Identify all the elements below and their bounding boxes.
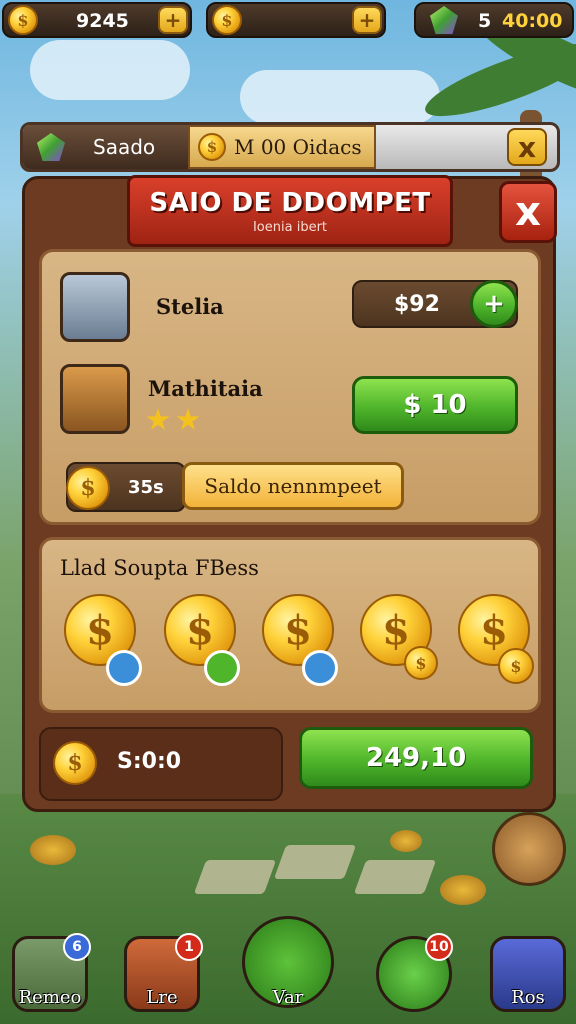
gem-timer: 5 40:00 <box>414 2 574 38</box>
path-tile <box>353 860 437 894</box>
coin-icon: $ <box>53 741 97 785</box>
nav-lre-label: Lre <box>146 987 178 1008</box>
action-round-button[interactable] <box>492 812 566 886</box>
item-1-price-value: $92 <box>394 291 440 317</box>
coins-amount-value: 35s <box>128 476 164 498</box>
ground-coin <box>390 830 422 852</box>
item-1-add-button[interactable]: + <box>470 280 518 328</box>
nav-ros-label: Ros <box>511 987 545 1008</box>
small-coin-icon: $ <box>498 648 534 684</box>
gems-count: 5 <box>478 10 492 32</box>
chest-icon <box>60 272 130 342</box>
panel-title: SAIO DE DDOMPET <box>149 188 431 218</box>
tab-oidacs[interactable]: $ M 00 Oidacs <box>188 125 376 169</box>
star-icon <box>176 408 200 430</box>
sub-tab-bar: Saado $ M 00 Oidacs x <box>20 122 560 172</box>
gem-icon <box>430 6 458 34</box>
item-2-buy-button[interactable]: $ 10 <box>352 376 518 434</box>
items-section: Stelia $92 + Mathitaia $ 10 $ 35s Saldo … <box>39 249 541 525</box>
bundle-title: Llad Soupta FBess <box>60 556 259 580</box>
shop-panel: SAIO DE DDOMPET Ioenia ibert x Stelia $9… <box>22 175 557 812</box>
balance-value: S:0:0 <box>117 749 182 774</box>
item-2-label: Mathitaia <box>148 376 263 401</box>
panel-close-button[interactable]: x <box>499 181 557 243</box>
nav-badge: 6 <box>63 933 91 961</box>
star-icon <box>146 408 170 430</box>
timer-value: 40:00 <box>502 10 563 32</box>
coins-counter: $ 9245 + <box>2 2 192 38</box>
coin-icon: $ <box>198 133 226 161</box>
bundle-section: Llad Soupta FBess $ $ $ $ $ $ $ <box>39 537 541 713</box>
coin-icon: $ <box>212 5 242 35</box>
coin-icon: $ <box>8 5 38 35</box>
nav-remeo-label: Remeo <box>18 987 82 1008</box>
path-tile <box>193 860 277 894</box>
balance-box: $ S:0:0 <box>39 727 283 801</box>
nav-var-label: Var <box>272 987 304 1008</box>
purchase-button[interactable]: 249,10 <box>299 727 533 789</box>
ground-coin <box>440 875 486 905</box>
tab-oidacs-label: M 00 Oidacs <box>234 135 362 159</box>
ground-coin <box>30 835 76 865</box>
tab-saado-label: Saado <box>93 135 156 159</box>
cloud <box>30 40 190 100</box>
nav-badge: 10 <box>425 933 453 961</box>
add-coins-button-2[interactable]: + <box>352 6 382 34</box>
panel-subtitle: Ioenia ibert <box>252 220 328 235</box>
saldo-button[interactable]: Saldo nennmpeet <box>182 462 404 510</box>
tab-saado[interactable]: Saado <box>23 125 188 169</box>
coin-icon: $ <box>66 466 110 510</box>
cloud <box>240 70 440 124</box>
small-coin-icon: $ <box>404 646 438 680</box>
crate-icon <box>60 364 130 434</box>
coins-value: 9245 <box>76 10 129 32</box>
item-1-price: $92 + <box>352 280 518 328</box>
nav-badge: 1 <box>175 933 203 961</box>
path-tile <box>273 845 357 879</box>
badge-icon <box>106 650 142 686</box>
gem-icon <box>37 133 65 161</box>
bottom-nav: 6 Remeo 1 Lre Var 10 Ros <box>0 916 576 1024</box>
coins-amount: $ 35s <box>66 462 186 512</box>
nav-item-4[interactable]: 10 <box>376 933 453 1012</box>
item-1-label: Stelia <box>156 294 224 319</box>
coins-counter-2: $ + <box>206 2 386 38</box>
add-coins-button[interactable]: + <box>158 6 188 34</box>
panel-title-ribbon: SAIO DE DDOMPET Ioenia ibert <box>127 175 453 247</box>
sub-close-button[interactable]: x <box>507 128 547 166</box>
badge-icon <box>302 650 338 686</box>
badge-icon <box>204 650 240 686</box>
